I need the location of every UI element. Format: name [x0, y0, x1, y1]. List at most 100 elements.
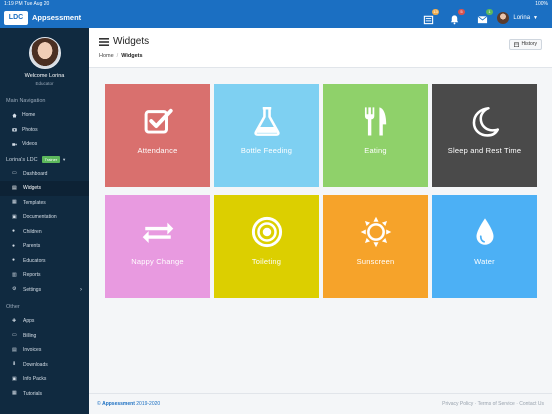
children-icon: ●: [12, 228, 16, 235]
sidebar-item-label: Educators: [23, 257, 46, 264]
tutorials-icon: ▦: [12, 390, 17, 397]
moon-icon: [472, 106, 499, 137]
widget-label: Nappy Change: [131, 257, 184, 266]
envelope-icon: [477, 15, 488, 24]
footer-brand[interactable]: Appsessment: [102, 401, 135, 407]
ldc-nav-list: ▭ Dashboard ▤ Widgets ▦ Templates ▣ Documentati…: [0, 167, 89, 298]
reports-icon: ▥: [12, 271, 17, 278]
home-icon: [12, 113, 17, 118]
breadcrumb-home[interactable]: Home: [99, 53, 114, 59]
camera-icon: [12, 127, 17, 132]
sidebar-item-info-packs[interactable]: ▣ Info Packs: [0, 372, 89, 387]
download-icon: ⬇: [12, 361, 17, 368]
welcome-text: Welcome Lorina: [24, 73, 65, 79]
widget-label: Bottle Feeding: [240, 146, 293, 155]
battery-level: 100%: [535, 1, 548, 7]
documentation-icon: ▣: [12, 213, 17, 220]
tasks-button[interactable]: 13: [423, 9, 439, 25]
sidebar-item-documentation[interactable]: ▣ Documentation: [0, 210, 89, 225]
sidebar-item-label: Home: [22, 112, 36, 119]
sidebar-item-dashboard[interactable]: ▭ Dashboard: [0, 167, 89, 182]
widget-sleep-and-rest-time[interactable]: Sleep and Rest Time: [432, 84, 537, 187]
sidebar-item-invoices[interactable]: ▤ Invoices: [0, 343, 89, 358]
ldc-role-pill: Trainer: [41, 156, 61, 163]
history-button[interactable]: History: [509, 39, 542, 50]
caret-down-icon: ▼: [533, 15, 538, 21]
chevron-right-icon: ›: [80, 286, 82, 293]
sidebar-item-label: Invoices: [23, 347, 42, 354]
sidebar-item-widgets[interactable]: ▤ Widgets: [0, 181, 89, 196]
status-bar: 1:19 PM Tue Aug 20 100%: [0, 0, 552, 8]
breadcrumb: Home / Widgets: [99, 53, 143, 59]
sidebar-item-label: Billing: [23, 332, 37, 339]
widget-water[interactable]: Water: [432, 195, 537, 298]
widget-eating[interactable]: Eating: [323, 84, 428, 187]
footer-links[interactable]: Privacy Policy · Terms of Service · Cont…: [442, 401, 544, 407]
footer: © Appsessment 2019-2020 Privacy Policy ·…: [89, 393, 552, 414]
sidebar-item-label: Templates: [23, 199, 46, 206]
dashboard-icon: ▭: [12, 170, 17, 177]
main-content: Widgets Home / Widgets History Attendance …: [89, 28, 552, 414]
sidebar-item-apps[interactable]: ✚ Apps: [0, 314, 89, 329]
sidebar-item-educators[interactable]: ● Educators: [0, 254, 89, 269]
widget-bottle-feeding[interactable]: Bottle Feeding: [214, 84, 319, 187]
tasks-badge: 13: [432, 9, 439, 15]
widget-nappy-change[interactable]: Nappy Change: [105, 195, 210, 298]
widget-sunscreen[interactable]: Sunscreen: [323, 195, 428, 298]
app-logo[interactable]: LDC: [4, 11, 28, 25]
widget-label: Toileting: [251, 257, 282, 266]
sidebar-item-reports[interactable]: ▥ Reports: [0, 268, 89, 283]
sidebar-item-downloads[interactable]: ⬇ Downloads: [0, 358, 89, 373]
tasks-icon: [423, 15, 434, 25]
sidebar-item-tutorials[interactable]: ▦ Tutorials: [0, 387, 89, 402]
main-navigation-heading: Main Navigation: [6, 98, 46, 104]
other-nav-list: ✚ Apps ▭ Billing ▤ Invoices ⬇ Downloads ▣ Info Pa…: [0, 314, 89, 401]
status-time: 1:19 PM Tue Aug 20: [4, 1, 50, 7]
sidebar-item-videos[interactable]: Videos: [0, 137, 89, 152]
widget-label: Eating: [364, 146, 387, 155]
sidebar-item-parents[interactable]: ● Parents: [0, 239, 89, 254]
sidebar: Welcome Lorina Educator Main Navigation …: [0, 28, 89, 414]
copyright-icon: ©: [97, 401, 101, 407]
sidebar-item-label: Tutorials: [23, 390, 42, 397]
breadcrumb-current: Widgets: [121, 53, 143, 59]
flask-icon: [253, 106, 280, 136]
cutlery-icon: [364, 107, 386, 136]
page-title: Widgets: [113, 36, 150, 47]
widget-label: Water: [474, 257, 495, 266]
avatar: [497, 12, 510, 24]
video-icon: [12, 142, 17, 147]
notifications-button[interactable]: 5: [449, 9, 465, 25]
user-name: Lorina: [513, 15, 531, 21]
ldc-selector[interactable]: Lorina's LDC Trainer ▼: [0, 154, 89, 166]
sidebar-item-billing[interactable]: ▭ Billing: [0, 329, 89, 344]
messages-button[interactable]: 1: [477, 9, 493, 24]
user-menu[interactable]: Lorina ▼: [497, 11, 538, 25]
widgets-grid: Attendance Bottle Feeding Eating Sleep a…: [105, 84, 539, 298]
footer-years: 2019-2020: [136, 401, 161, 407]
sidebar-item-label: Dashboard: [23, 170, 48, 177]
educators-icon: ●: [12, 257, 16, 264]
sidebar-item-label: Children: [23, 228, 42, 235]
list-icon: [99, 37, 109, 46]
billing-icon: ▭: [12, 332, 17, 339]
sidebar-item-label: Info Packs: [23, 376, 47, 383]
widget-attendance[interactable]: Attendance: [105, 84, 210, 187]
sidebar-item-settings[interactable]: ⚙ Settings ›: [0, 283, 89, 298]
sidebar-item-children[interactable]: ● Children: [0, 225, 89, 240]
footer-brand-line: © Appsessment 2019-2020: [97, 401, 160, 407]
drop-icon: [476, 218, 493, 245]
parents-icon: ●: [12, 242, 16, 249]
sidebar-item-templates[interactable]: ▦ Templates: [0, 196, 89, 211]
templates-icon: ▦: [12, 199, 17, 206]
caret-down-icon: ▼: [62, 157, 67, 162]
sidebar-item-label: Parents: [23, 243, 41, 250]
checkbox-icon: [144, 108, 173, 134]
messages-badge: 1: [486, 9, 493, 15]
user-role: Educator: [35, 81, 54, 86]
widget-toileting[interactable]: Toileting: [214, 195, 319, 298]
sidebar-item-photos[interactable]: Photos: [0, 123, 89, 138]
bell-icon: [450, 15, 459, 25]
sidebar-item-home[interactable]: Home: [0, 108, 89, 123]
profile-photo[interactable]: [28, 37, 61, 69]
